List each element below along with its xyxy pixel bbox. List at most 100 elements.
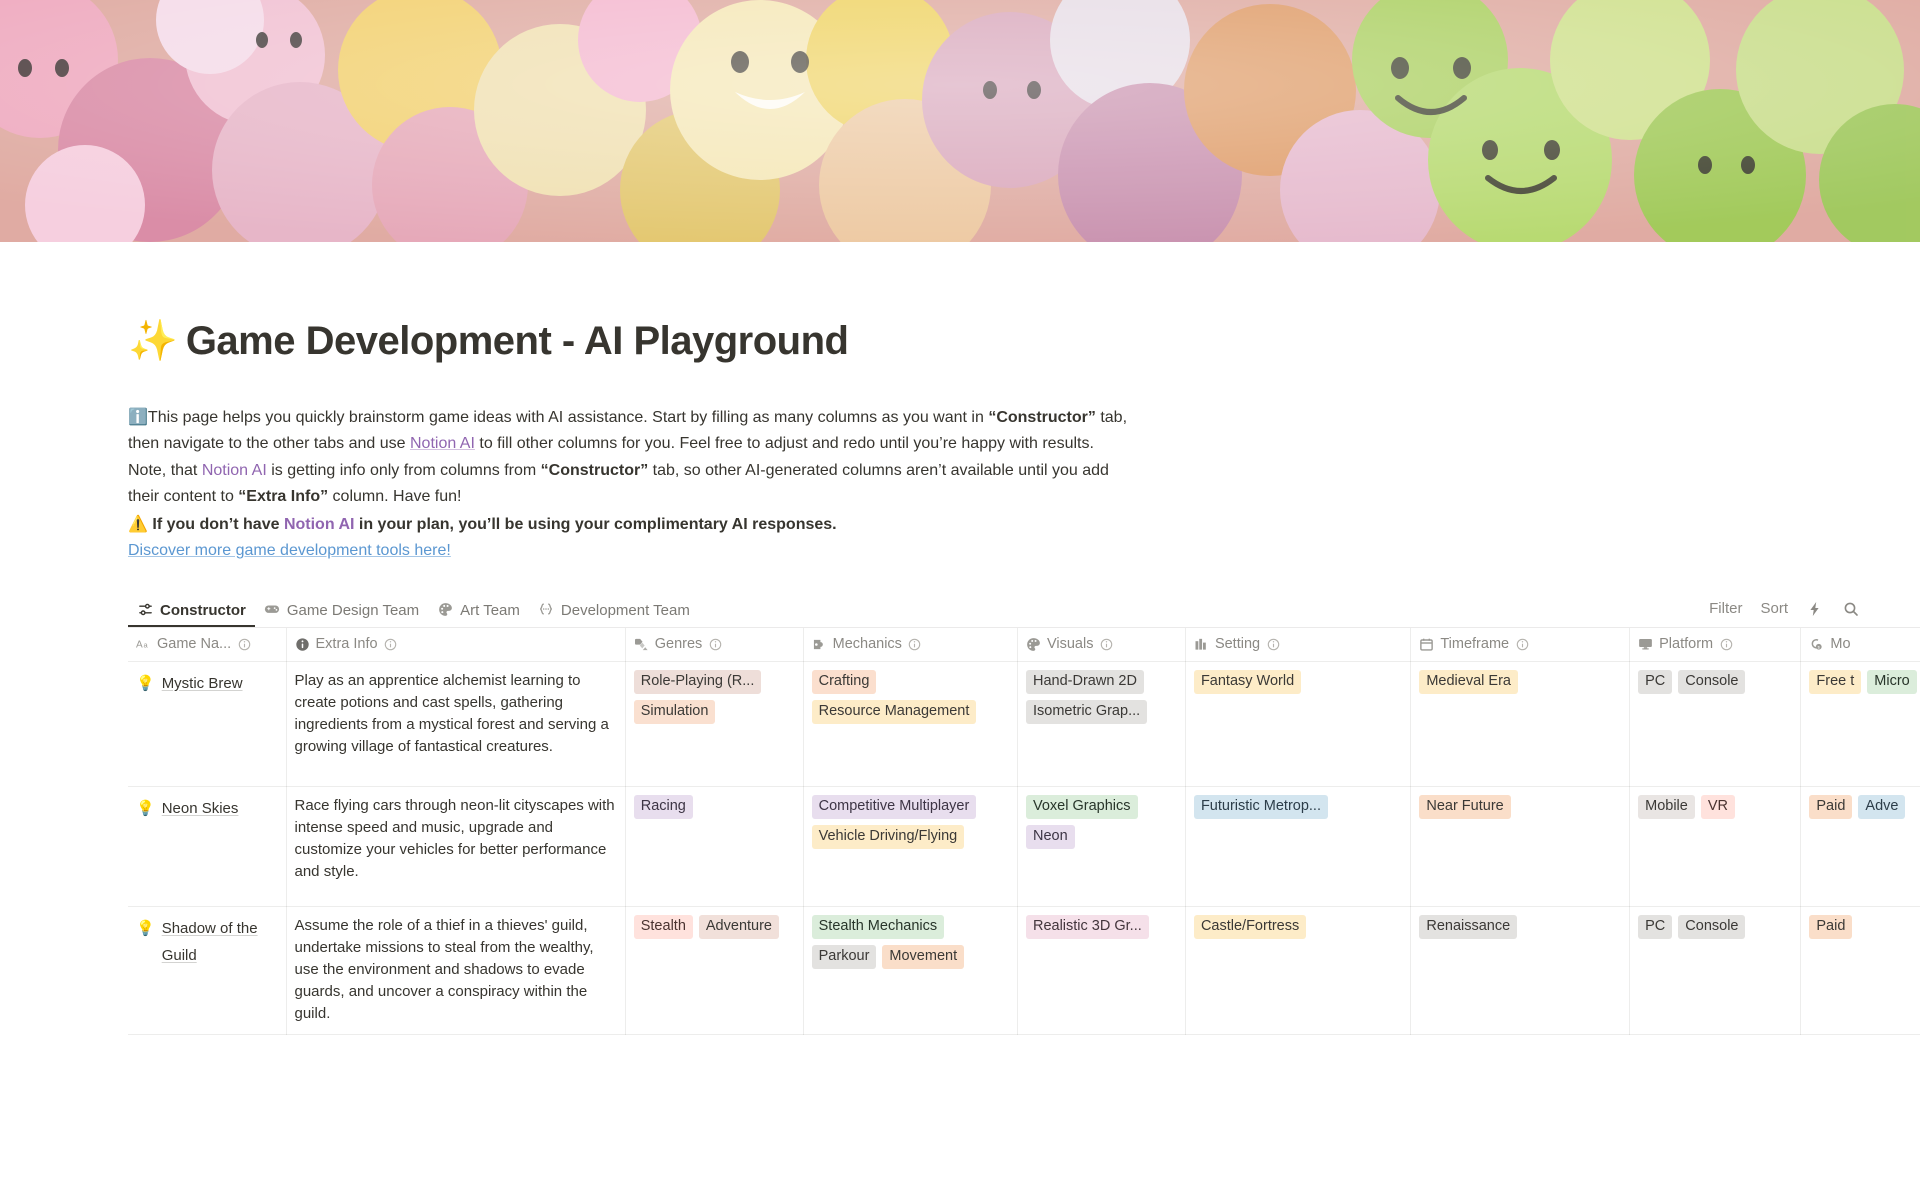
- cell-genres[interactable]: Role-Playing (R... Simulation: [625, 661, 803, 786]
- discover-tools-link[interactable]: Discover more game development tools her…: [128, 538, 451, 565]
- info-circle-icon[interactable]: [708, 637, 722, 651]
- row-title[interactable]: Neon Skies: [162, 795, 239, 822]
- tab-game-design-team[interactable]: Game Design Team: [255, 592, 428, 627]
- column-label: Mechanics: [833, 636, 902, 652]
- info-filled-icon: [295, 637, 310, 652]
- view-actions: Filter Sort: [1709, 600, 1860, 627]
- column-header-genres[interactable]: Genres: [625, 628, 803, 662]
- cell-mechanics[interactable]: Competitive Multiplayer Vehicle Driving/…: [803, 786, 1017, 906]
- cell-monetization[interactable]: Paid: [1801, 906, 1920, 1034]
- filter-button[interactable]: Filter: [1709, 600, 1742, 617]
- cell-timeframe[interactable]: Renaissance: [1411, 906, 1630, 1034]
- cell-monetization[interactable]: Free t Micro: [1801, 661, 1920, 786]
- table-body: 💡 Mystic Brew Play as an apprentice alch…: [128, 661, 1920, 1034]
- cell-game-name[interactable]: 💡 Neon Skies: [128, 786, 286, 906]
- gamepad-icon: [264, 601, 281, 618]
- column-header-monetization[interactable]: $ Mo: [1801, 628, 1920, 662]
- cell-game-name[interactable]: 💡 Mystic Brew: [128, 661, 286, 786]
- cell-extra-info[interactable]: Assume the role of a thief in a thieves'…: [286, 906, 625, 1034]
- tag: Adve: [1858, 795, 1905, 819]
- info-circle-icon[interactable]: [237, 637, 251, 651]
- page-title: Game Development - AI Playground: [186, 317, 849, 365]
- desc-text-4: is getting info only from columns from: [267, 462, 541, 479]
- svg-text:a: a: [144, 641, 149, 650]
- title-aa-icon: Aa: [136, 637, 151, 652]
- tag: Console: [1678, 670, 1745, 694]
- info-circle-icon[interactable]: [384, 637, 398, 651]
- desc-text-1: This page helps you quickly brainstorm g…: [148, 409, 988, 426]
- cell-game-name[interactable]: 💡 Shadow of the Guild: [128, 906, 286, 1034]
- cell-visuals[interactable]: Voxel Graphics Neon: [1017, 786, 1185, 906]
- cell-platform[interactable]: Mobile VR: [1630, 786, 1801, 906]
- tag: Renaissance: [1419, 915, 1517, 939]
- sort-button[interactable]: Sort: [1760, 600, 1788, 617]
- tab-development-team[interactable]: Development Team: [529, 592, 699, 627]
- tab-label: Development Team: [561, 602, 690, 619]
- table-row[interactable]: 💡 Neon Skies Race flying cars through ne…: [128, 786, 1920, 906]
- database-table-scroll[interactable]: Aa Game Na...: [128, 628, 1920, 1035]
- tag: Resource Management: [812, 700, 977, 724]
- sliders-icon: [137, 601, 154, 618]
- coins-icon: $: [1809, 637, 1824, 652]
- cell-platform[interactable]: PC Console: [1630, 906, 1801, 1034]
- cell-extra-info[interactable]: Play as an apprentice alchemist learning…: [286, 661, 625, 786]
- tag: Near Future: [1419, 795, 1510, 819]
- cell-mechanics[interactable]: Crafting Resource Management: [803, 661, 1017, 786]
- tab-label: Art Team: [460, 602, 520, 619]
- info-circle-icon[interactable]: [1719, 637, 1733, 651]
- tag: Hand-Drawn 2D: [1026, 670, 1144, 694]
- cell-mechanics[interactable]: Stealth Mechanics Parkour Movement: [803, 906, 1017, 1034]
- tab-art-team[interactable]: Art Team: [428, 592, 529, 627]
- code-braces-icon: [538, 601, 555, 618]
- tag: Competitive Multiplayer: [812, 795, 977, 819]
- notion-ai-link-1[interactable]: Notion AI: [410, 435, 475, 452]
- tag: Stealth: [634, 915, 693, 939]
- svg-text:A: A: [136, 640, 143, 650]
- info-circle-icon[interactable]: [1099, 637, 1113, 651]
- lightning-icon[interactable]: [1806, 600, 1824, 618]
- column-header-game-name[interactable]: Aa Game Na...: [128, 628, 286, 662]
- column-label: Visuals: [1047, 636, 1093, 652]
- row-title[interactable]: Shadow of the Guild: [162, 915, 278, 969]
- cell-visuals[interactable]: Realistic 3D Gr...: [1017, 906, 1185, 1034]
- cell-timeframe[interactable]: Medieval Era: [1411, 661, 1630, 786]
- column-label: Game Na...: [157, 636, 231, 652]
- column-header-visuals[interactable]: Visuals: [1017, 628, 1185, 662]
- tag: Paid: [1809, 915, 1852, 939]
- row-title[interactable]: Mystic Brew: [162, 670, 243, 697]
- search-icon[interactable]: [1842, 600, 1860, 618]
- cell-setting[interactable]: Fantasy World: [1185, 661, 1410, 786]
- cell-visuals[interactable]: Hand-Drawn 2D Isometric Grap...: [1017, 661, 1185, 786]
- column-header-extra-info[interactable]: Extra Info: [286, 628, 625, 662]
- cell-genres[interactable]: Stealth Adventure: [625, 906, 803, 1034]
- table-header-row: Aa Game Na...: [128, 628, 1920, 662]
- tab-constructor[interactable]: Constructor: [128, 592, 255, 627]
- cell-genres[interactable]: Racing: [625, 786, 803, 906]
- cell-monetization[interactable]: Paid Adve: [1801, 786, 1920, 906]
- info-circle-icon[interactable]: [908, 637, 922, 651]
- cell-platform[interactable]: PC Console: [1630, 661, 1801, 786]
- tag: Micro: [1867, 670, 1916, 694]
- tag: Medieval Era: [1419, 670, 1518, 694]
- page-title-row: ✨ Game Development - AI Playground: [128, 290, 1920, 392]
- column-label: Mo: [1830, 636, 1850, 652]
- column-header-mechanics[interactable]: Mechanics: [803, 628, 1017, 662]
- info-circle-icon[interactable]: [1515, 637, 1529, 651]
- notion-ai-mention-2: Notion AI: [202, 462, 267, 479]
- idea-bulb-icon: 💡: [136, 670, 155, 697]
- idea-bulb-icon: 💡: [136, 795, 155, 822]
- monitor-icon: [1638, 637, 1653, 652]
- column-header-platform[interactable]: Platform: [1630, 628, 1801, 662]
- puzzle-icon: [812, 637, 827, 652]
- cell-setting[interactable]: Castle/Fortress: [1185, 906, 1410, 1034]
- column-header-setting[interactable]: Setting: [1185, 628, 1410, 662]
- column-header-timeframe[interactable]: Timeframe: [1411, 628, 1630, 662]
- table-row[interactable]: 💡 Mystic Brew Play as an apprentice alch…: [128, 661, 1920, 786]
- warning-line: ⚠️ If you don’t have Notion AI in your p…: [128, 511, 1128, 539]
- cell-extra-info[interactable]: Race flying cars through neon-lit citysc…: [286, 786, 625, 906]
- table-row[interactable]: 💡 Shadow of the Guild Assume the role of…: [128, 906, 1920, 1034]
- cell-setting[interactable]: Futuristic Metrop...: [1185, 786, 1410, 906]
- info-emoji: ℹ️: [128, 407, 148, 426]
- cell-timeframe[interactable]: Near Future: [1411, 786, 1630, 906]
- info-circle-icon[interactable]: [1266, 637, 1280, 651]
